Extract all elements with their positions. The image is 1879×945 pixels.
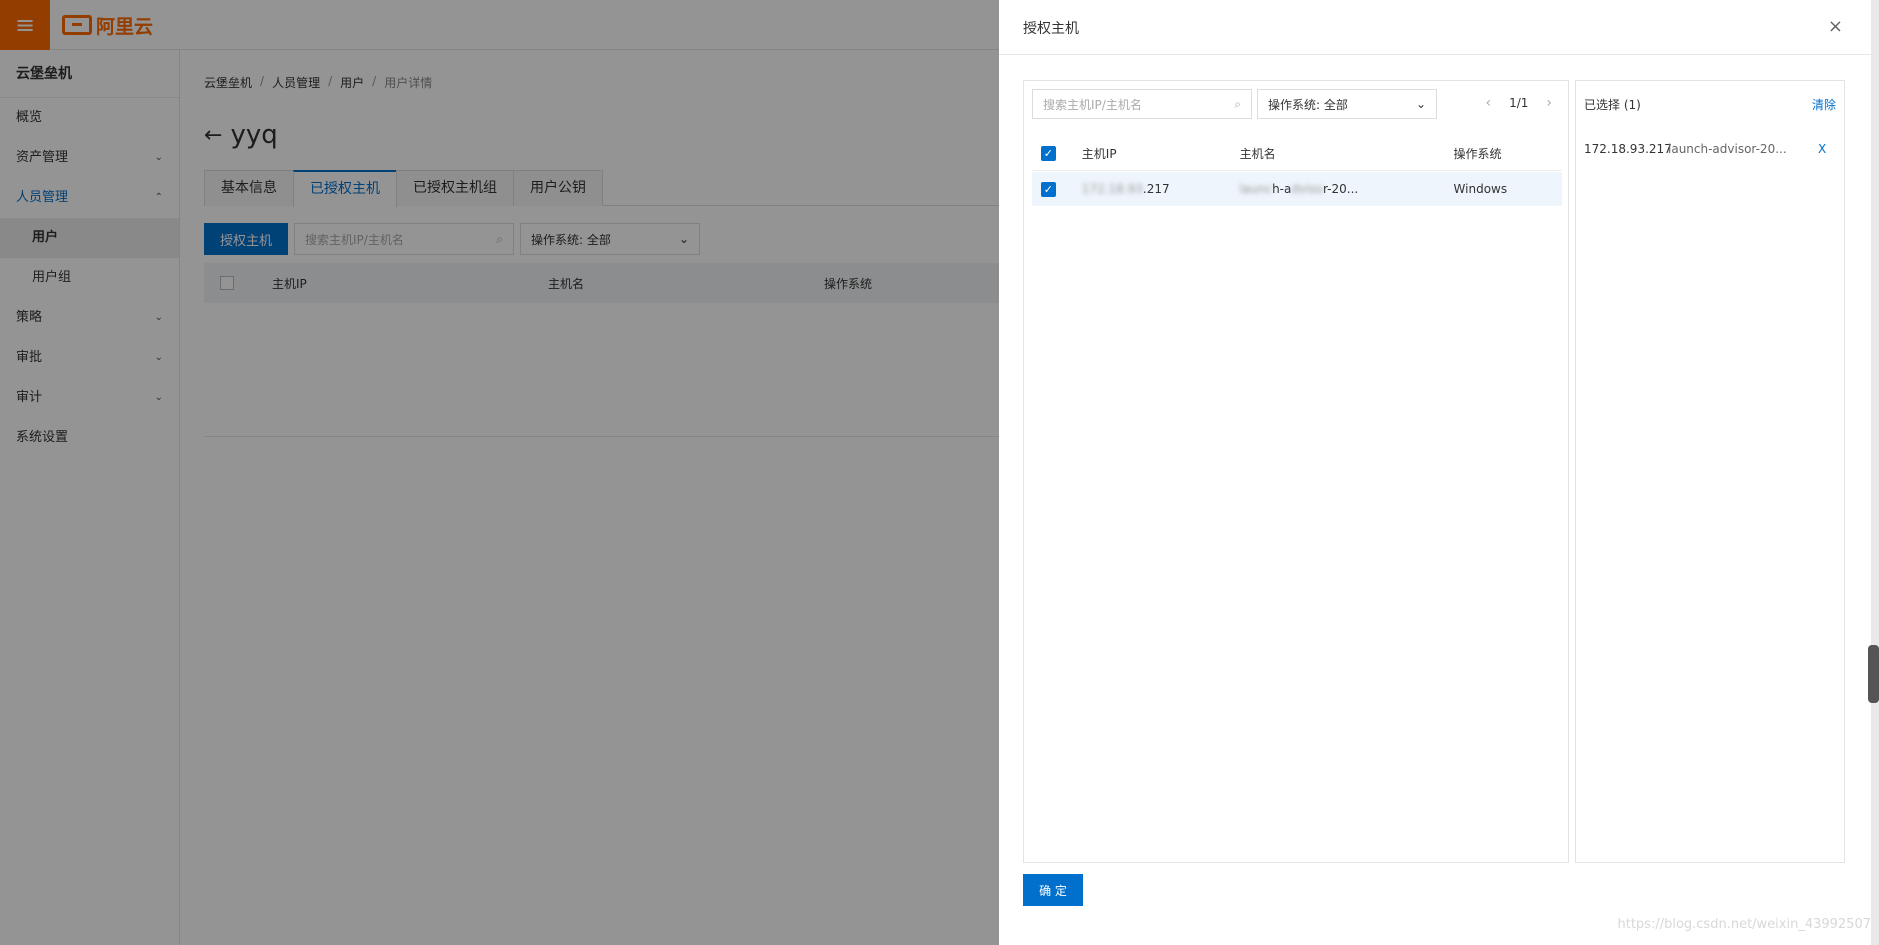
- redacted-name-part: launc: [1239, 182, 1273, 196]
- selected-item: 172.18.93.217 launch-advisor-20... X: [1584, 137, 1836, 161]
- host-search-input[interactable]: 搜索主机IP/主机名 ⌕: [1032, 89, 1252, 119]
- host-search-placeholder: 搜索主机IP/主机名: [1043, 97, 1142, 112]
- prev-page-icon[interactable]: ‹: [1485, 95, 1491, 111]
- host-name-part: h-a: [1272, 182, 1292, 196]
- row-checkbox[interactable]: ✓: [1041, 181, 1056, 197]
- host-os-cell: Windows: [1453, 182, 1508, 196]
- selected-header: 已选择 (1) 清除: [1584, 89, 1836, 119]
- host-os-select-value: 操作系统: 全部: [1268, 97, 1348, 112]
- table-row[interactable]: ✓ 172.18.93.217 launch-advisor-20... Win…: [1032, 172, 1562, 206]
- floating-handle-icon[interactable]: [1868, 645, 1879, 703]
- chevron-down-icon: ⌄: [1415, 97, 1426, 111]
- pagination: ‹ 1/1 ›: [1485, 95, 1552, 111]
- host-os-select[interactable]: 操作系统: 全部 ⌄: [1257, 89, 1437, 119]
- redacted-ip-part: 172.18.93: [1081, 182, 1143, 196]
- close-icon[interactable]: ×: [1828, 16, 1843, 37]
- watermark: https://blog.csdn.net/weixin_43992507: [1617, 917, 1871, 932]
- divider: [999, 54, 1871, 55]
- authorize-host-drawer: 授权主机 × 搜索主机IP/主机名 ⌕ 操作系统: 全部 ⌄ ‹ 1/1 › ✓…: [999, 0, 1871, 945]
- search-icon: ⌕: [1234, 96, 1241, 111]
- host-table-header: ✓ 主机IP 主机名 操作系统: [1032, 137, 1562, 171]
- column-host-name: 主机名: [1239, 147, 1276, 161]
- host-list-toolbar: 搜索主机IP/主机名 ⌕ 操作系统: 全部 ⌄: [1032, 89, 1437, 119]
- selected-host-ip: 172.18.93.217: [1584, 142, 1672, 156]
- column-os: 操作系统: [1453, 147, 1502, 161]
- selected-hosts-panel: 已选择 (1) 清除 172.18.93.217 launch-advisor-…: [1575, 80, 1845, 863]
- drawer-title: 授权主机: [1023, 21, 1079, 37]
- next-page-icon[interactable]: ›: [1546, 95, 1552, 111]
- host-ip-cell: 172.18.93.217: [1082, 182, 1240, 196]
- selected-count: 已选择 (1): [1584, 97, 1641, 112]
- scrollbar[interactable]: [1871, 0, 1879, 945]
- remove-icon[interactable]: X: [1818, 142, 1826, 156]
- page-indicator: 1/1: [1509, 96, 1529, 110]
- redacted-name-part: dviso: [1291, 182, 1324, 196]
- column-host-ip: 主机IP: [1081, 147, 1117, 161]
- selected-host-name: launch-advisor-20...: [1668, 142, 1787, 156]
- host-name-part: r-20...: [1323, 182, 1359, 196]
- clear-link[interactable]: 清除: [1812, 96, 1836, 113]
- host-ip-visible: .217: [1142, 182, 1170, 196]
- confirm-button[interactable]: 确 定: [1023, 874, 1083, 906]
- host-name-cell: launch-advisor-20...: [1240, 182, 1454, 196]
- host-list-panel: 搜索主机IP/主机名 ⌕ 操作系统: 全部 ⌄ ‹ 1/1 › ✓ 主机IP 主…: [1023, 80, 1569, 863]
- select-all-checkbox[interactable]: ✓: [1041, 146, 1056, 161]
